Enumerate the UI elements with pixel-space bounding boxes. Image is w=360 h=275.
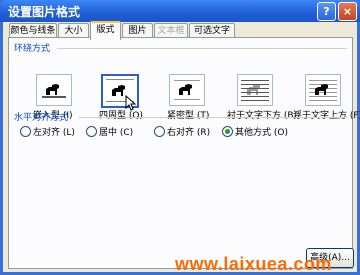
align-other-label: 其他方式 (O)	[235, 128, 288, 138]
align-other-radio[interactable]	[222, 126, 233, 137]
wrap-square-label: 四周型 (Q)	[99, 111, 143, 121]
align-center-label: 居中 (C)	[99, 128, 134, 138]
wrap-front-text-label: 浮于文字上方 (F)	[293, 111, 360, 121]
help-button[interactable]: ?	[317, 2, 336, 21]
align-left-label: 左对齐 (L)	[33, 128, 75, 138]
dog-tight-icon	[174, 80, 200, 100]
window-title: 设置图片格式	[8, 5, 81, 19]
mouse-pointer-icon	[125, 95, 136, 111]
dialog-body: 颜色与线条 大小 版式 图片 文本框 可选文字 环绕方式 嵌入型 (I) 四周型…	[3, 21, 360, 274]
title-bar: 设置图片格式 ? ×	[0, 0, 360, 22]
align-right-radio[interactable]	[154, 126, 165, 137]
dog-front-text-icon	[309, 80, 337, 101]
tab-layout[interactable]: 版式	[90, 21, 121, 40]
dog-inline-icon	[42, 84, 66, 98]
close-button[interactable]: ×	[338, 2, 357, 21]
wrap-section-divider	[57, 48, 347, 49]
dog-behind-text-icon	[241, 80, 269, 101]
wrap-front-text-option[interactable]	[305, 74, 341, 106]
wrap-tight-label: 紧密型 (T)	[167, 111, 210, 121]
wrap-behind-text-label: 衬于文字下方 (B)	[227, 111, 298, 121]
wrap-inline-option[interactable]	[36, 74, 72, 106]
wrap-section-title: 环绕方式	[14, 44, 51, 54]
tab-alt-text[interactable]: 可选文字	[189, 23, 235, 38]
tab-picture[interactable]: 图片	[122, 23, 153, 38]
tab-colors-lines[interactable]: 颜色与线条	[9, 23, 57, 38]
wrap-tight-option[interactable]	[169, 74, 205, 106]
align-section-divider	[79, 117, 347, 118]
wrap-behind-text-option[interactable]	[237, 74, 273, 106]
align-right-label: 右对齐 (R)	[167, 128, 211, 138]
align-section-title: 水平对齐方式	[14, 113, 69, 123]
tab-textbox: 文本框	[154, 23, 188, 38]
watermark-text: www.laixuea.com	[175, 254, 332, 274]
align-left-radio[interactable]	[20, 126, 31, 137]
tab-size[interactable]: 大小	[58, 23, 89, 38]
align-center-radio[interactable]	[86, 126, 97, 137]
layout-panel: 环绕方式 嵌入型 (I) 四周型 (Q) 紧密型 (T) 衬于文字下方 (B) …	[8, 37, 360, 269]
